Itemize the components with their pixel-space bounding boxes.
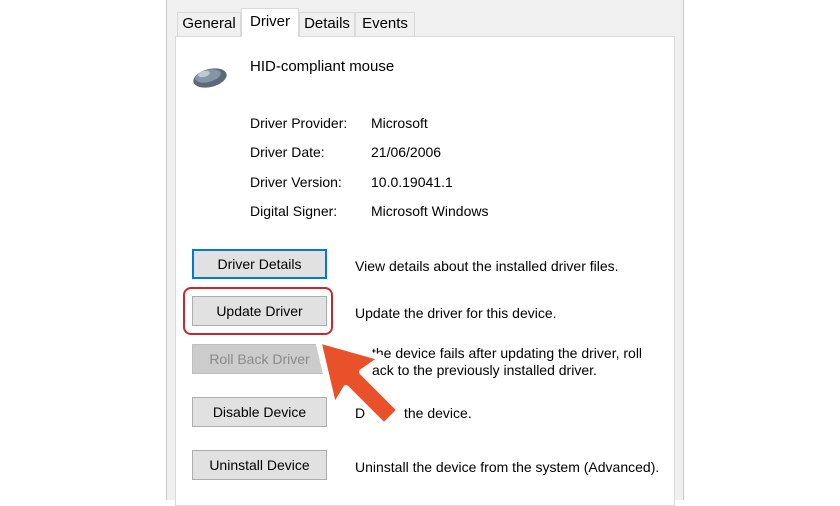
driver-date-label: Driver Date: (250, 144, 325, 160)
digital-signer-label: Digital Signer: (250, 203, 338, 219)
disable-device-description: the device. (404, 405, 472, 421)
driver-date-value: 21/06/2006 (371, 144, 442, 160)
tab-driver[interactable]: Driver (241, 8, 299, 37)
tab-events[interactable]: Events (355, 12, 415, 36)
digital-signer-value: Microsoft Windows (371, 203, 489, 219)
driver-version-value: 10.0.19041.1 (371, 174, 453, 190)
device-name: HID-compliant mouse (250, 58, 395, 75)
mouse-icon (193, 68, 227, 88)
uninstall-device-description: Uninstall the device from the system (Ad… (355, 459, 660, 475)
driver-details-description: View details about the installed driver … (355, 258, 619, 274)
driver-version-label: Driver Version: (250, 174, 342, 190)
driver-provider-label: Driver Provider: (250, 115, 348, 131)
tab-details[interactable]: Details (299, 12, 355, 36)
pointer-arrow-icon (315, 337, 403, 429)
driver-provider-value: Microsoft (371, 115, 428, 131)
uninstall-device-button[interactable]: Uninstall Device (192, 450, 327, 480)
tab-general[interactable]: General (177, 12, 241, 36)
driver-details-button[interactable]: Driver Details (192, 249, 327, 279)
